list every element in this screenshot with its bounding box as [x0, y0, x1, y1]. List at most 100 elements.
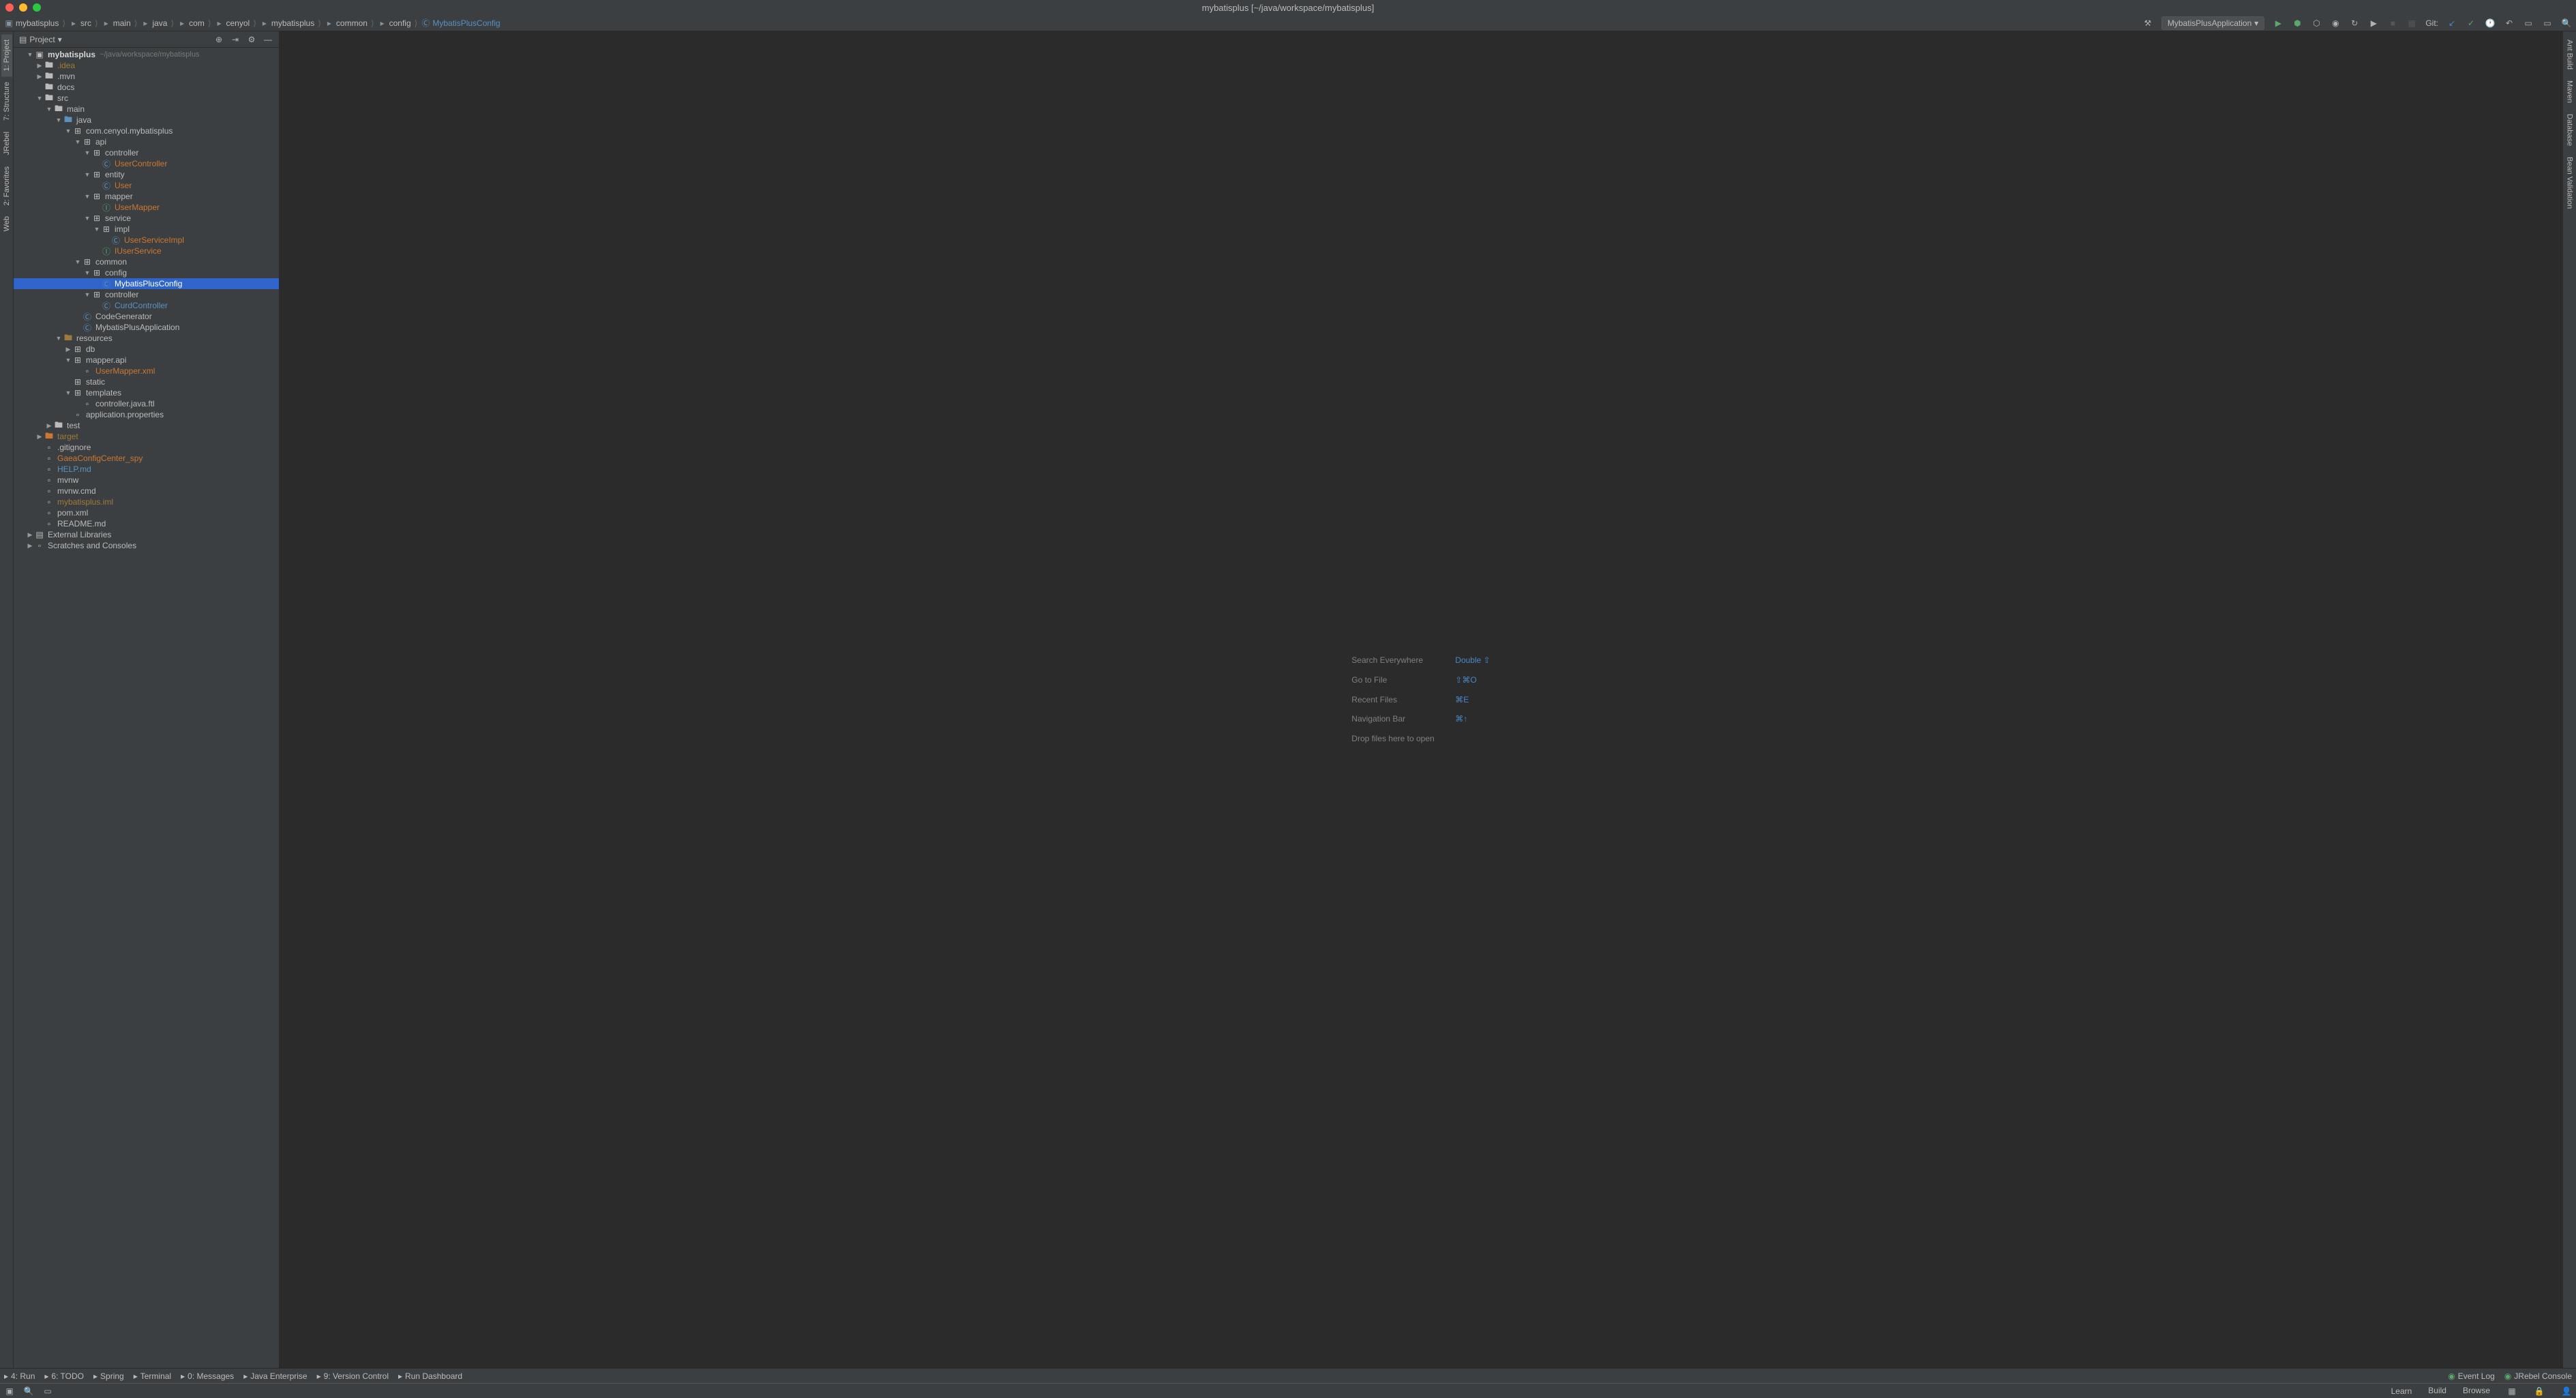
- tree-arrow-icon[interactable]: ▼: [64, 128, 72, 134]
- tree-arrow-icon[interactable]: ▼: [83, 269, 91, 276]
- breadcrumb-item[interactable]: ▣mybatisplus: [4, 18, 59, 28]
- attach-icon[interactable]: ▦: [2406, 18, 2417, 29]
- tree-arrow-icon[interactable]: ▶: [26, 531, 34, 539]
- settings-icon[interactable]: ⚙: [246, 34, 257, 45]
- tree-item[interactable]: ▶▤External Libraries: [14, 529, 279, 540]
- project-tree[interactable]: ▼▣mybatisplus~/java/workspace/mybatisplu…: [14, 48, 279, 1368]
- ide-icon-2[interactable]: ▭: [2542, 18, 2553, 29]
- tree-arrow-icon[interactable]: ▼: [74, 258, 82, 265]
- tree-item[interactable]: ⒾIUserService: [14, 246, 279, 256]
- bottom-tool-tab[interactable]: ▸0: Messages: [181, 1371, 234, 1381]
- tree-arrow-icon[interactable]: ▼: [55, 117, 63, 123]
- tree-item[interactable]: ▼⊞service: [14, 213, 279, 224]
- run-config-selector[interactable]: MybatisPlusApplication ▾: [2161, 16, 2264, 30]
- left-gutter-tab[interactable]: JRebel: [1, 126, 12, 160]
- breadcrumb[interactable]: ▣mybatisplus⟩▸src⟩▸main⟩▸java⟩▸com⟩▸ceny…: [4, 18, 500, 28]
- tree-item[interactable]: ▼⊞mapper.api: [14, 355, 279, 366]
- bottom-tool-tab[interactable]: ▸9: Version Control: [317, 1371, 389, 1381]
- hector-icon[interactable]: 👤: [2561, 1386, 2572, 1397]
- jrebel-run-icon[interactable]: ▶: [2368, 18, 2379, 29]
- tree-arrow-icon[interactable]: ▼: [26, 51, 34, 58]
- tree-item[interactable]: ▫mvnw.cmd: [14, 486, 279, 496]
- breadcrumb-item[interactable]: ▸src: [69, 18, 91, 28]
- editor-empty-state[interactable]: Search EverywhereDouble ⇧Go to File⇧⌘ORe…: [280, 31, 2562, 1368]
- left-gutter-tab[interactable]: 7: Structure: [1, 76, 12, 126]
- tree-arrow-icon[interactable]: ▼: [83, 193, 91, 200]
- tree-item[interactable]: ⒸUserController: [14, 158, 279, 169]
- coverage-icon[interactable]: ⬡: [2311, 18, 2322, 29]
- tree-item[interactable]: ▼⊞impl: [14, 224, 279, 235]
- breadcrumb-item[interactable]: ▸java: [140, 18, 167, 28]
- right-gutter-tab[interactable]: Database: [2564, 108, 2575, 151]
- tree-arrow-icon[interactable]: ▼: [55, 335, 63, 342]
- git-commit-icon[interactable]: ✓: [2466, 18, 2476, 29]
- tree-item[interactable]: ⒾUserMapper: [14, 202, 279, 213]
- breadcrumb-item[interactable]: ▸com: [177, 18, 205, 28]
- left-gutter-tab[interactable]: 2: Favorites: [1, 161, 12, 211]
- tree-item[interactable]: ⒸCodeGenerator: [14, 311, 279, 322]
- tree-item[interactable]: ▼⊞config: [14, 267, 279, 278]
- bottom-tool-tab[interactable]: ▸Terminal: [134, 1371, 171, 1381]
- tree-item[interactable]: ▼⊞templates: [14, 387, 279, 398]
- debug-icon[interactable]: ⬢: [2292, 18, 2303, 29]
- tree-arrow-icon[interactable]: ▼: [64, 389, 72, 396]
- tree-item[interactable]: ▫HELP.md: [14, 464, 279, 475]
- tree-arrow-icon[interactable]: ▼: [83, 171, 91, 178]
- status-terminal-icon[interactable]: ▭: [42, 1386, 53, 1397]
- maximize-window-button[interactable]: [33, 3, 41, 12]
- bottom-tool-tab[interactable]: ▸6: TODO: [44, 1371, 84, 1381]
- bottom-tool-tab[interactable]: ▸Java Enterprise: [243, 1371, 307, 1381]
- jrebel-reload-icon[interactable]: ↻: [2349, 18, 2360, 29]
- tree-item[interactable]: ⒸMybatisPlusApplication: [14, 322, 279, 333]
- tree-item[interactable]: ▫GaeaConfigCenter_spy: [14, 453, 279, 464]
- tree-arrow-icon[interactable]: ▼: [35, 95, 44, 102]
- tree-arrow-icon[interactable]: ▼: [74, 138, 82, 145]
- tree-item[interactable]: ▫UserMapper.xml: [14, 366, 279, 376]
- memory-icon[interactable]: ▦: [2506, 1386, 2517, 1397]
- right-gutter-tab[interactable]: Bean Validation: [2564, 151, 2575, 214]
- tree-arrow-icon[interactable]: ▶: [45, 422, 53, 430]
- breadcrumb-item[interactable]: ▸mybatisplus: [260, 18, 314, 28]
- tool-windows-icon[interactable]: ▣: [4, 1386, 15, 1397]
- lock-icon[interactable]: 🔒: [2534, 1386, 2545, 1397]
- right-gutter-tab[interactable]: Ant Build: [2564, 34, 2575, 75]
- tree-item[interactable]: ▫pom.xml: [14, 507, 279, 518]
- bottom-tool-tab[interactable]: ▸4: Run: [4, 1371, 35, 1381]
- ide-icon-1[interactable]: ▭: [2523, 18, 2534, 29]
- breadcrumb-item[interactable]: ▸config: [378, 18, 411, 28]
- tree-arrow-icon[interactable]: ▶: [35, 62, 44, 70]
- browse-link[interactable]: Browse: [2463, 1386, 2490, 1397]
- left-gutter-tab[interactable]: Web: [1, 211, 12, 237]
- run-icon[interactable]: ▶: [2273, 18, 2283, 29]
- tree-arrow-icon[interactable]: ▼: [83, 215, 91, 222]
- bottom-tool-tab[interactable]: ▸Spring: [93, 1371, 124, 1381]
- tree-item[interactable]: ⒸUser: [14, 180, 279, 191]
- project-panel-title[interactable]: ▤ Project ▾: [19, 35, 62, 44]
- learn-link[interactable]: Learn: [2391, 1386, 2412, 1397]
- tree-arrow-icon[interactable]: ▶: [64, 346, 72, 353]
- close-window-button[interactable]: [5, 3, 14, 12]
- search-everywhere-icon[interactable]: 🔍: [2561, 18, 2572, 29]
- tree-item[interactable]: ▼⊞common: [14, 256, 279, 267]
- tree-item[interactable]: ▫mybatisplus.iml: [14, 496, 279, 507]
- git-update-icon[interactable]: ↙: [2446, 18, 2457, 29]
- status-search-icon[interactable]: 🔍: [23, 1386, 34, 1397]
- breadcrumb-item[interactable]: ▸common: [325, 18, 368, 28]
- left-gutter-tab[interactable]: 1: Project: [1, 34, 12, 76]
- tree-item[interactable]: ▼⊞controller: [14, 289, 279, 300]
- tree-item[interactable]: ⊞static: [14, 376, 279, 387]
- git-history-icon[interactable]: 🕐: [2485, 18, 2496, 29]
- tree-item[interactable]: ▫mvnw: [14, 475, 279, 486]
- tree-item[interactable]: ▼⊞controller: [14, 147, 279, 158]
- breadcrumb-item[interactable]: ▸main: [102, 18, 131, 28]
- tree-item[interactable]: ▫README.md: [14, 518, 279, 529]
- bottom-right-tab[interactable]: ◉JRebel Console: [2504, 1371, 2572, 1381]
- collapse-icon[interactable]: ⇥: [230, 34, 241, 45]
- right-gutter-tab[interactable]: Maven: [2564, 75, 2575, 108]
- tree-item[interactable]: ▶▫Scratches and Consoles: [14, 540, 279, 551]
- git-revert-icon[interactable]: ↶: [2504, 18, 2515, 29]
- bottom-tool-tab[interactable]: ▸Run Dashboard: [398, 1371, 462, 1381]
- tree-item[interactable]: ⒸUserServiceImpl: [14, 235, 279, 246]
- tree-item[interactable]: ▫.gitignore: [14, 442, 279, 453]
- tree-arrow-icon[interactable]: ▼: [83, 149, 91, 156]
